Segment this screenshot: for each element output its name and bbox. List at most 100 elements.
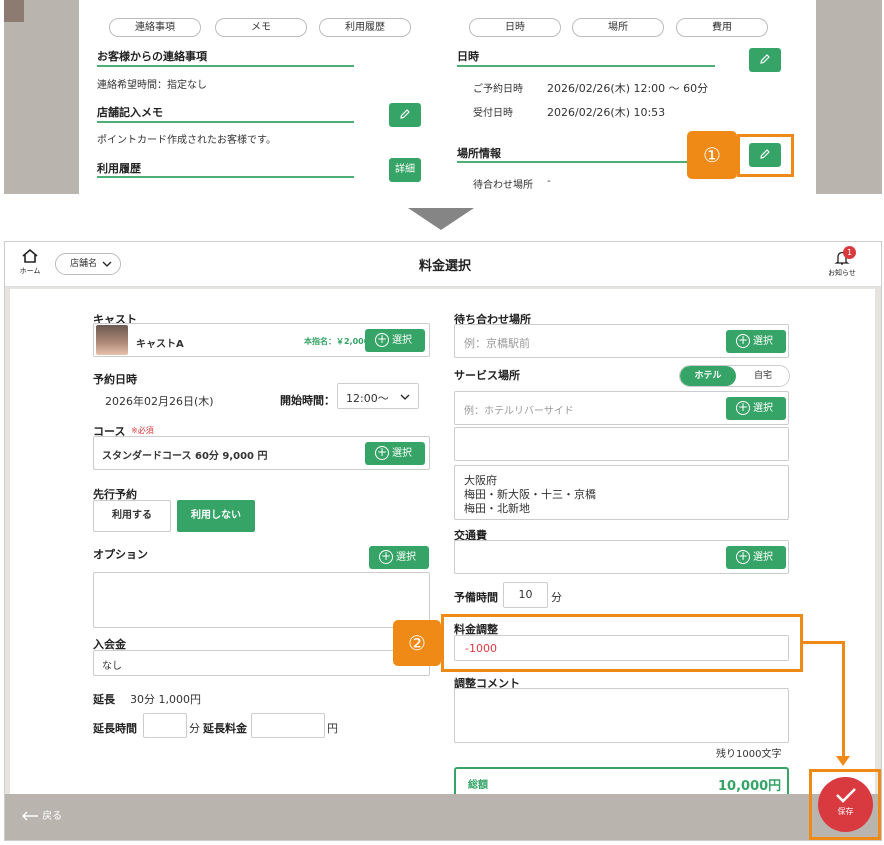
- transport-select-button[interactable]: + 選択: [726, 546, 786, 569]
- extension-fee-label: 延長料金: [203, 722, 247, 735]
- highlight-box-1: [737, 134, 794, 177]
- area-textarea[interactable]: 大阪府 梅田・新大阪・十三・京橋 梅田・北新地: [454, 465, 789, 520]
- step-marker-1: ①: [687, 131, 737, 179]
- store-select[interactable]: 店舗名: [55, 253, 121, 275]
- contact-section-title: お客様からの連絡事項: [97, 50, 207, 63]
- reserve-value: 2026/02/26(木) 12:00 〜 60分: [547, 82, 709, 95]
- store-select-value: 店舗名: [70, 259, 98, 269]
- total-value: 10,000円: [718, 779, 782, 794]
- spare-time-input[interactable]: 10: [503, 582, 548, 608]
- home-button[interactable]: ホーム: [17, 248, 43, 282]
- footer: 戻る: [5, 794, 881, 840]
- step-marker-2: ②: [393, 620, 441, 666]
- avatar-thumbnail: [4, 0, 24, 22]
- course-value: スタンダードコース 60分 9,000 円: [102, 451, 268, 462]
- cast-fee: 本指名：￥2,000: [304, 337, 370, 346]
- extension-fee-unit: 円: [327, 722, 338, 735]
- option-field[interactable]: [93, 572, 430, 628]
- save-button[interactable]: 保存: [818, 777, 873, 832]
- service-place-label: サービス場所: [454, 369, 520, 382]
- notification-label: お知らせ: [828, 269, 856, 277]
- tab-contact[interactable]: 連絡事項: [109, 18, 201, 37]
- store-note-text: ポイントカード作成されたお客様です。: [97, 135, 276, 146]
- home-label: ホーム: [19, 267, 41, 275]
- spare-time-unit: 分: [551, 591, 562, 604]
- toggle-hotel[interactable]: ホテル: [680, 366, 736, 386]
- meeting-place-value: -: [547, 176, 551, 187]
- tab-fees[interactable]: 費用: [676, 18, 768, 37]
- pencil-icon: [760, 54, 770, 64]
- history-detail-button[interactable]: 詳細: [389, 158, 421, 182]
- tab-datetime[interactable]: 日時: [469, 18, 561, 37]
- extension-time-label: 延長時間: [93, 722, 137, 735]
- cast-avatar: [96, 325, 128, 355]
- plus-circle-icon: +: [375, 445, 389, 460]
- top-screenshot: 連絡事項 メモ 利用履歴 日時 場所 費用 お客様からの連絡事項 連絡希望時間：…: [4, 0, 882, 194]
- toggle-home[interactable]: 自宅: [736, 366, 789, 386]
- membership-field[interactable]: なし: [93, 650, 430, 676]
- extension-time-input[interactable]: [143, 713, 187, 738]
- contact-text: 連絡希望時間：指定なし: [97, 80, 207, 91]
- plus-circle-icon: +: [379, 549, 393, 564]
- check-icon: [835, 788, 856, 803]
- select-label: 選択: [753, 552, 773, 563]
- history-title: 利用履歴: [97, 162, 141, 175]
- extension-fee-input[interactable]: [251, 713, 325, 738]
- back-label: 戻る: [42, 811, 63, 822]
- course-select-button[interactable]: + 選択: [365, 442, 425, 465]
- membership-value: なし: [102, 661, 122, 672]
- cast-name: キャストA: [136, 339, 184, 350]
- connector-line-v: [842, 641, 845, 756]
- notification-badge: 1: [843, 246, 856, 259]
- save-label: 保存: [837, 807, 854, 816]
- select-label: 選択: [753, 403, 773, 414]
- received-label: 受付日時: [473, 108, 513, 119]
- cast-select-button[interactable]: + 選択: [365, 329, 425, 352]
- meeting-select-button[interactable]: + 選択: [726, 330, 786, 353]
- tab-location[interactable]: 場所: [572, 18, 664, 37]
- remaining-chars: 残り1000文字: [716, 749, 782, 760]
- pencil-icon: [400, 109, 410, 119]
- divider: [457, 65, 715, 67]
- notification-button[interactable]: 1 お知らせ: [827, 246, 857, 284]
- advance-nouse-button[interactable]: 利用しない: [177, 500, 255, 532]
- meeting-place-input[interactable]: 例：京橋駅前 + 選択: [454, 324, 789, 358]
- store-note-title: 店舗記入メモ: [97, 106, 163, 119]
- area-line-3: 梅田・北新地: [464, 502, 530, 515]
- edit-note-button[interactable]: [389, 103, 421, 127]
- meeting-place-label: 待合わせ場所: [473, 180, 533, 191]
- option-label: オプション: [93, 548, 148, 561]
- hotel-input[interactable]: 例：ホテルリバーサイド + 選択: [454, 391, 789, 425]
- date-label: 予約日時: [93, 373, 137, 386]
- extension-label: 延長: [93, 693, 115, 706]
- page-title: 料金選択: [418, 259, 471, 274]
- extension-time-unit: 分: [189, 722, 200, 735]
- adjust-comment-textarea[interactable]: [454, 688, 789, 743]
- transport-field[interactable]: + 選択: [454, 540, 789, 574]
- edit-datetime-button[interactable]: [749, 48, 781, 72]
- course-field: スタンダードコース 60分 9,000 円 + 選択: [93, 436, 430, 470]
- reserve-label: ご予約日時: [473, 84, 523, 95]
- back-button[interactable]: 戻る: [21, 808, 62, 826]
- extension-value: 30分 1,000円: [130, 693, 201, 706]
- chevron-down-icon: [102, 261, 112, 267]
- tab-memo[interactable]: メモ: [215, 18, 307, 37]
- meeting-place-placeholder: 例：京橋駅前: [464, 337, 530, 350]
- spare-time-value: 10: [518, 588, 533, 601]
- plus-circle-icon: +: [736, 549, 750, 564]
- home-icon: [22, 248, 38, 263]
- option-select-button[interactable]: + 選択: [369, 546, 429, 569]
- hotel-select-button[interactable]: + 選択: [726, 397, 786, 420]
- connector-line-h: [802, 641, 845, 644]
- connector-arrowhead-icon: [836, 756, 850, 766]
- tab-history[interactable]: 利用履歴: [319, 18, 411, 37]
- divider: [97, 121, 354, 123]
- plus-circle-icon: +: [375, 332, 389, 347]
- course-required: ※必須: [131, 426, 154, 435]
- location-section-title: 場所情報: [457, 147, 501, 160]
- start-time-select[interactable]: 12:00〜: [337, 383, 419, 409]
- room-input[interactable]: [454, 427, 789, 461]
- highlight-box-2: [441, 614, 803, 672]
- received-value: 2026/02/26(木) 10:53: [547, 106, 666, 119]
- advance-use-button[interactable]: 利用する: [93, 500, 171, 532]
